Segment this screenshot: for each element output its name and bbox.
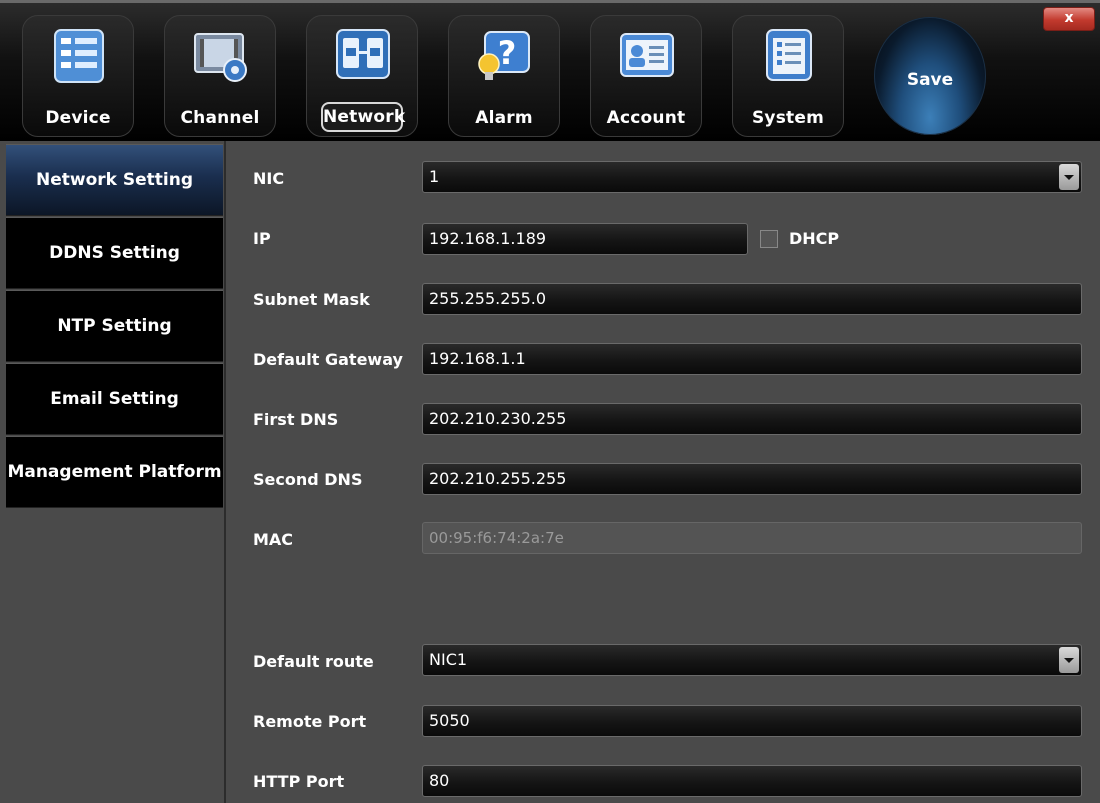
remote-port-value: 5050 (429, 711, 470, 730)
remote-port-label: Remote Port (253, 712, 367, 731)
mac-value: 00:95:f6:74:2a:7e (429, 529, 564, 547)
second-dns-field[interactable]: 202.210.255.255 (422, 463, 1082, 495)
http-port-label: HTTP Port (253, 772, 345, 791)
default-gateway-value: 192.168.1.1 (429, 349, 526, 368)
main-toolbar: Device Channel Network ? Alarm Account S… (0, 0, 1100, 141)
tab-account[interactable]: Account (590, 15, 702, 137)
sidebar-item-email-setting[interactable]: Email Setting (6, 363, 223, 435)
default-gateway-field[interactable]: 192.168.1.1 (422, 343, 1082, 375)
settings-sidebar: Network Setting DDNS Setting NTP Setting… (0, 141, 226, 803)
alarm-icon: ? (478, 31, 530, 80)
ip-value: 192.168.1.189 (429, 229, 547, 248)
svg-text:?: ? (498, 34, 517, 72)
subnet-mask-value: 255.255.255.0 (429, 289, 547, 308)
dhcp-checkbox[interactable] (760, 230, 778, 248)
first-dns-value: 202.210.230.255 (429, 409, 567, 428)
sidebar-item-label: Management Platform (7, 462, 222, 482)
save-button[interactable]: Save (874, 17, 986, 135)
tab-alarm[interactable]: ? Alarm (448, 15, 560, 137)
sidebar-item-network-setting[interactable]: Network Setting (6, 144, 223, 216)
network-icon (336, 29, 390, 79)
tab-device[interactable]: Device (22, 15, 134, 137)
sidebar-item-label: Network Setting (35, 170, 193, 190)
tab-device-label: Device (45, 108, 111, 128)
subnet-mask-label: Subnet Mask (253, 290, 370, 309)
network-settings-window: Device Channel Network ? Alarm Account S… (0, 0, 1100, 803)
chevron-down-icon[interactable] (1059, 647, 1079, 673)
nic-label: NIC (253, 169, 285, 188)
dhcp-label: DHCP (789, 229, 840, 248)
tab-channel[interactable]: Channel (164, 15, 276, 137)
device-icon (54, 29, 104, 83)
sidebar-item-label: Email Setting (50, 389, 179, 409)
system-icon (766, 29, 812, 81)
tab-channel-label: Channel (180, 108, 260, 128)
ip-field[interactable]: 192.168.1.189 (422, 223, 748, 255)
nic-select[interactable]: 1 (422, 161, 1082, 193)
second-dns-value: 202.210.255.255 (429, 469, 567, 488)
nic-value: 1 (429, 167, 440, 186)
tab-alarm-label: Alarm (475, 108, 533, 128)
tab-network-label: Network (321, 102, 405, 132)
remote-port-field[interactable]: 5050 (422, 705, 1082, 737)
tab-account-label: Account (606, 108, 686, 128)
default-route-select[interactable]: NIC1 (422, 644, 1082, 676)
sidebar-item-label: DDNS Setting (49, 243, 180, 263)
account-icon (620, 33, 674, 77)
first-dns-field[interactable]: 202.210.230.255 (422, 403, 1082, 435)
subnet-mask-field[interactable]: 255.255.255.0 (422, 283, 1082, 315)
chevron-down-icon[interactable] (1059, 164, 1079, 190)
default-route-label: Default route (253, 652, 374, 671)
sidebar-item-label: NTP Setting (57, 316, 172, 336)
default-gateway-label: Default Gateway (253, 350, 403, 369)
first-dns-label: First DNS (253, 410, 339, 429)
tab-network[interactable]: Network (306, 15, 418, 137)
http-port-field[interactable]: 80 (422, 765, 1082, 797)
sidebar-item-ntp-setting[interactable]: NTP Setting (6, 290, 223, 362)
http-port-value: 80 (429, 771, 450, 790)
sidebar-item-management-platform[interactable]: Management Platform (6, 436, 223, 508)
close-button[interactable]: x (1043, 7, 1095, 31)
tab-system[interactable]: System (732, 15, 844, 137)
tab-system-label: System (751, 108, 824, 128)
save-button-label: Save (906, 70, 954, 90)
second-dns-label: Second DNS (253, 470, 363, 489)
channel-icon (194, 33, 247, 82)
sidebar-item-ddns-setting[interactable]: DDNS Setting (6, 217, 223, 289)
default-route-value: NIC1 (429, 650, 468, 669)
close-icon: x (1064, 10, 1074, 26)
mac-label: MAC (253, 530, 294, 549)
mac-field: 00:95:f6:74:2a:7e (422, 522, 1082, 554)
ip-label: IP (253, 229, 271, 248)
